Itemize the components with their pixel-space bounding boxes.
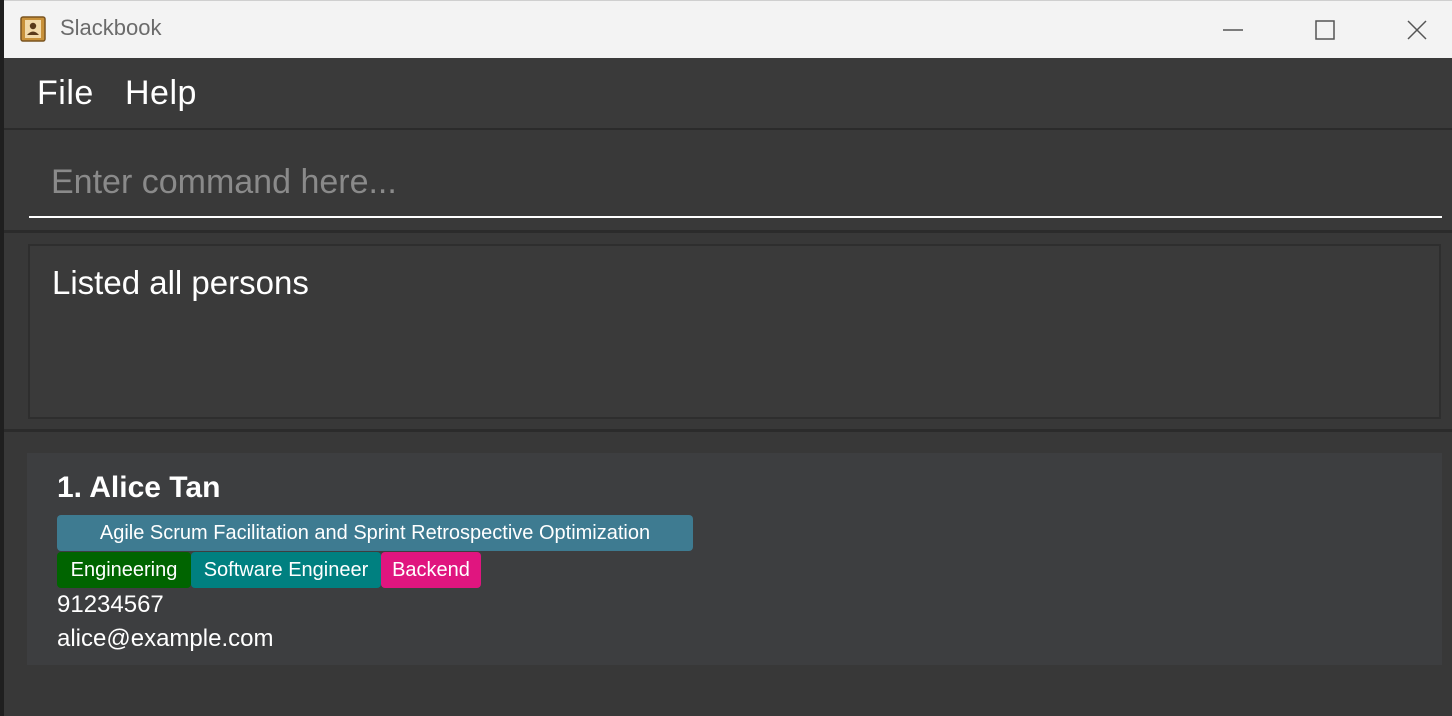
command-box xyxy=(4,130,1452,233)
address-book-icon xyxy=(20,16,46,42)
title-bar[interactable]: Slackbook xyxy=(4,0,1452,59)
skill-tag: Agile Scrum Facilitation and Sprint Retr… xyxy=(57,515,693,551)
team-tag: Backend xyxy=(381,552,481,588)
person-name: 1. Alice Tan xyxy=(57,471,221,504)
person-email: alice@example.com xyxy=(57,625,274,652)
result-box[interactable]: Listed all persons xyxy=(28,244,1441,419)
role-tag: Software Engineer xyxy=(191,552,381,588)
command-input[interactable] xyxy=(29,148,1442,218)
menu-file[interactable]: File xyxy=(37,74,94,113)
menu-help[interactable]: Help xyxy=(125,74,197,113)
minimize-button[interactable] xyxy=(1187,1,1279,59)
menu-bar: File Help xyxy=(4,58,1452,130)
window-title: Slackbook xyxy=(60,15,162,40)
person-card[interactable]: 1. Alice Tan Agile Scrum Facilitation an… xyxy=(27,453,1442,665)
close-button[interactable] xyxy=(1371,1,1452,59)
result-display: Listed all persons xyxy=(4,233,1452,432)
person-phone: 91234567 xyxy=(57,591,164,618)
maximize-button[interactable] xyxy=(1279,1,1371,59)
close-icon xyxy=(1407,20,1427,40)
result-message: Listed all persons xyxy=(52,264,309,301)
minimize-icon xyxy=(1223,29,1243,31)
person-list[interactable]: 1. Alice Tan Agile Scrum Facilitation an… xyxy=(4,432,1452,716)
department-tag: Engineering xyxy=(57,552,191,588)
app-window: Slackbook File Help Listed all persons xyxy=(0,0,1452,716)
maximize-icon xyxy=(1315,20,1335,40)
